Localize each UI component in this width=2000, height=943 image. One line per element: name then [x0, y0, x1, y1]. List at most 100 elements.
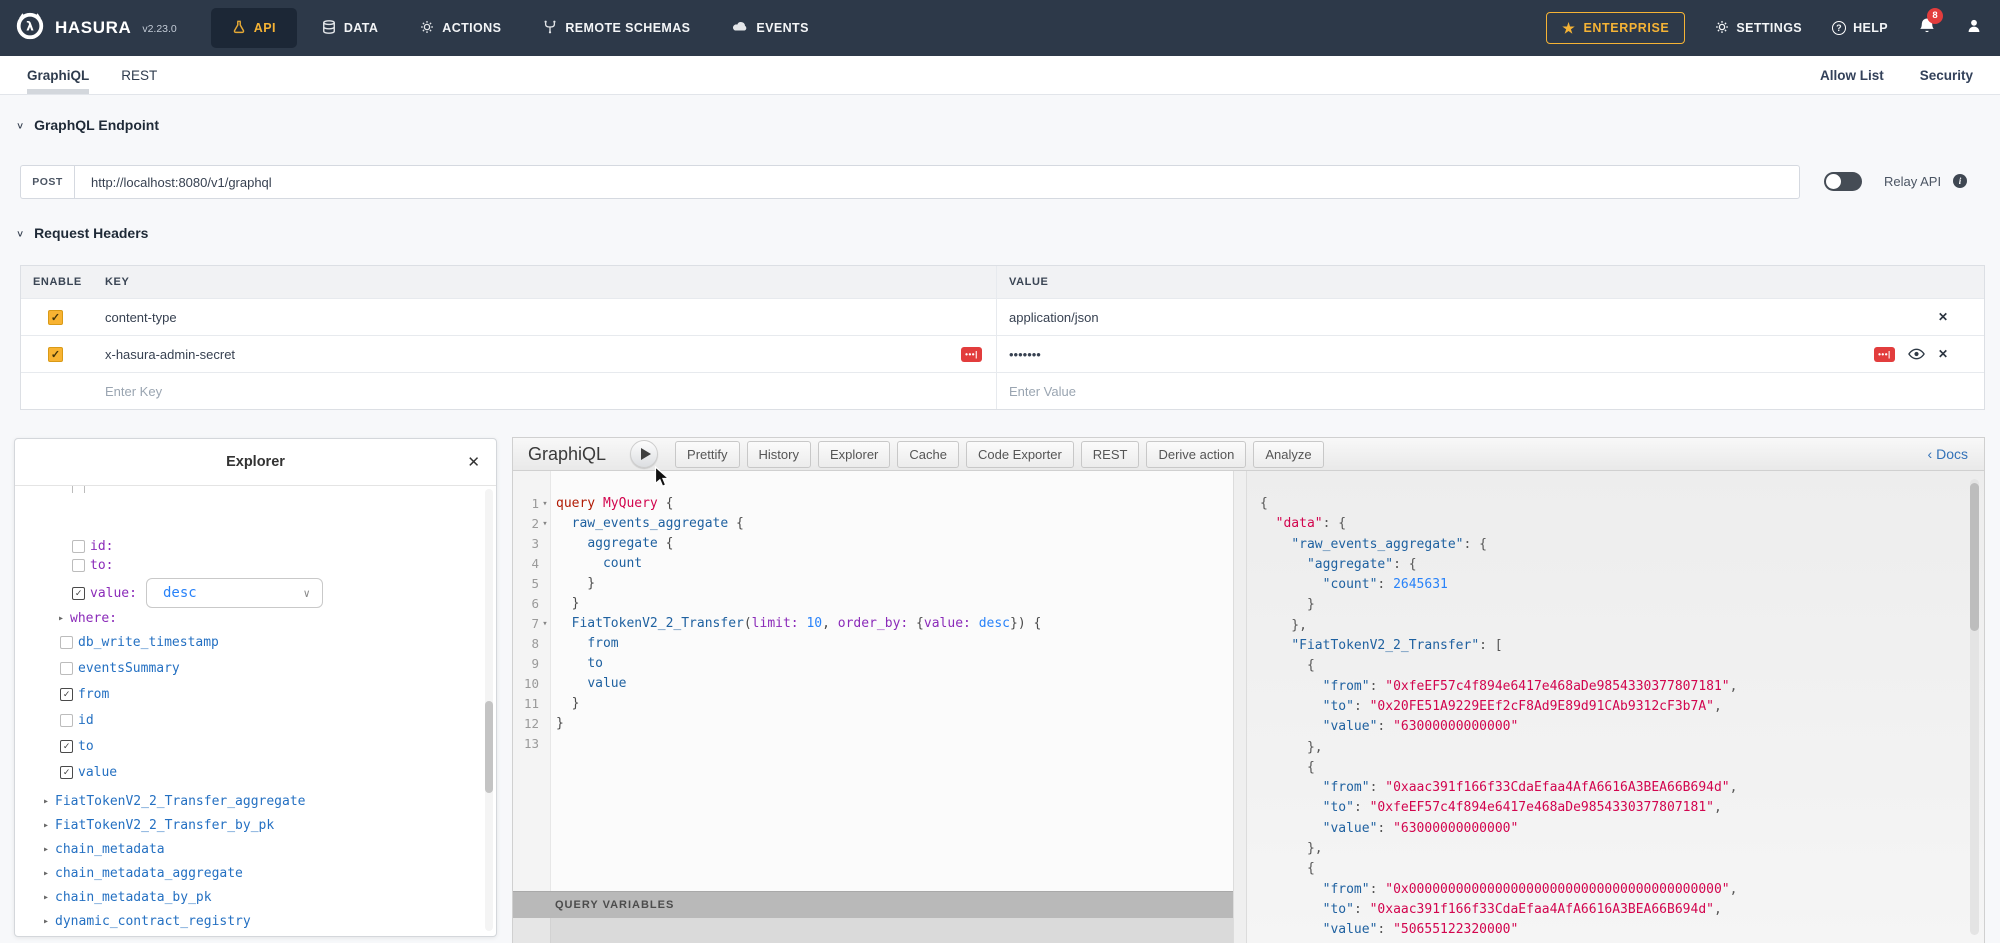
explorer-item-chain_metadata_aggregate[interactable]: ▸chain_metadata_aggregate	[43, 861, 243, 885]
explorer-item-where[interactable]: ▸where:	[58, 608, 117, 629]
graphiql-panel: GraphiQL PrettifyHistoryExplorerCacheCod…	[512, 437, 1985, 943]
value-input[interactable]: application/json	[1009, 310, 1099, 325]
field-checkbox[interactable]	[60, 662, 73, 675]
nav-item-actions[interactable]: ACTIONS	[399, 0, 522, 56]
pane-resize-handle[interactable]	[1233, 471, 1247, 943]
request-headers-section-header[interactable]: ∨ Request Headers	[16, 225, 148, 241]
key-input-placeholder[interactable]: Enter Key	[105, 384, 162, 399]
chevron-left-icon: ‹	[1928, 446, 1933, 462]
docs-toggle[interactable]: ‹ Docs	[1928, 446, 1968, 462]
explorer-item-id[interactable]: id:	[72, 537, 113, 556]
fold-arrow-icon[interactable]: ▾	[539, 494, 551, 514]
enable-checkbox[interactable]	[48, 310, 63, 325]
nav-item-api[interactable]: API	[211, 8, 297, 48]
eye-icon[interactable]	[1908, 348, 1925, 360]
toolbar-button-explorer[interactable]: Explorer	[818, 441, 890, 468]
arg-label: to:	[90, 558, 113, 573]
explorer-item-dynamic_contract_registry_aggregate[interactable]: ▸dynamic_contract_registry_aggregate	[43, 933, 329, 936]
arg-checkbox[interactable]	[72, 587, 85, 600]
toolbar-button-code-exporter[interactable]: Code Exporter	[966, 441, 1074, 468]
response-pane: { "data": { "raw_events_aggregate": { "a…	[1247, 471, 1984, 943]
explorer-item-chain_metadata[interactable]: ▸chain_metadata	[43, 837, 165, 861]
api-tabbar: GraphiQL REST Allow List Security	[0, 56, 2000, 95]
relay-api-toggle[interactable]	[1824, 172, 1862, 191]
query-variables-bar[interactable]: QUERY VARIABLES	[513, 891, 1233, 918]
enable-checkbox[interactable]	[48, 347, 63, 362]
line-number: 12	[513, 714, 539, 734]
nav-item-remote-schemas[interactable]: REMOTE SCHEMAS	[522, 0, 711, 56]
explorer-item-value[interactable]: value: desc∨	[72, 578, 323, 608]
remove-header-icon[interactable]: ✕	[1938, 310, 1948, 324]
field-checkbox[interactable]	[60, 714, 73, 727]
key-input[interactable]: x-hasura-admin-secret	[105, 347, 235, 362]
field-label: id	[78, 713, 94, 728]
info-icon[interactable]: i	[1953, 174, 1967, 188]
arg-label: value:	[90, 586, 137, 601]
explorer-item-to[interactable]: to:	[72, 556, 113, 575]
query-editor[interactable]: 1▾query MyQuery {2▾ raw_events_aggregate…	[513, 471, 1233, 943]
query-variables-editor[interactable]	[513, 918, 1233, 943]
arg-checkbox[interactable]	[72, 559, 85, 572]
collapsed-arrow-icon: ▸	[58, 613, 64, 624]
explorer-item-to[interactable]: to	[60, 733, 94, 759]
database-icon	[322, 20, 336, 37]
toolbar-button-rest[interactable]: REST	[1081, 441, 1140, 468]
toolbar-button-analyze[interactable]: Analyze	[1253, 441, 1323, 468]
mask-value-icon[interactable]: •••|	[1874, 347, 1895, 362]
mask-value-icon[interactable]: •••|	[961, 347, 982, 362]
explorer-item-dynamic_contract_registry[interactable]: ▸dynamic_contract_registry	[43, 909, 251, 933]
enterprise-button[interactable]: ★ ENTERPRISE	[1546, 12, 1685, 44]
value-input[interactable]: •••••••	[1009, 347, 1041, 362]
explorer-scrollbar-thumb[interactable]	[485, 701, 493, 793]
line-number: 10	[513, 674, 539, 694]
tab-rest[interactable]: REST	[121, 56, 157, 94]
tab-security[interactable]: Security	[1920, 56, 1973, 94]
explorer-item-value[interactable]: value	[60, 759, 117, 785]
nav-item-label: API	[254, 21, 276, 35]
explorer-item-id[interactable]: id	[60, 707, 94, 733]
field-checkbox[interactable]	[60, 766, 73, 779]
fold-arrow-icon[interactable]: ▾	[539, 514, 551, 534]
value-cell: Enter Value	[996, 373, 1984, 409]
help-button[interactable]: ? HELP	[1832, 21, 1888, 35]
graphql-endpoint-section-header[interactable]: ∨ GraphQL Endpoint	[16, 117, 159, 133]
hasura-logo[interactable]: λ HASURA v2.23.0	[14, 10, 177, 47]
toolbar-button-prettify[interactable]: Prettify	[675, 441, 739, 468]
fold-gutter	[539, 594, 551, 614]
response-line: "count": 2645631	[1260, 575, 1737, 595]
code-text: from	[551, 634, 619, 654]
explorer-item-from[interactable]: from	[60, 681, 109, 707]
explorer-item-eventsSummary[interactable]: eventsSummary	[60, 655, 180, 681]
line-number: 11	[513, 694, 539, 714]
remove-header-icon[interactable]: ✕	[1938, 347, 1948, 361]
nav-item-data[interactable]: DATA	[301, 0, 399, 56]
field-checkbox[interactable]	[72, 486, 85, 493]
explorer-item-db_write_timestamp[interactable]: db_write_timestamp	[60, 629, 219, 655]
arg-checkbox[interactable]	[72, 540, 85, 553]
notifications-button[interactable]: 8	[1918, 17, 1936, 40]
response-line: {	[1260, 656, 1737, 676]
response-scrollbar-thumb[interactable]	[1970, 483, 1979, 631]
fold-arrow-icon[interactable]: ▾	[539, 614, 551, 634]
explorer-item-chain_metadata_by_pk[interactable]: ▸chain_metadata_by_pk	[43, 885, 212, 909]
close-icon[interactable]: ✕	[467, 453, 480, 471]
toolbar-button-history[interactable]: History	[747, 441, 811, 468]
field-checkbox[interactable]	[60, 688, 73, 701]
key-input[interactable]: content-type	[105, 310, 177, 325]
field-checkbox[interactable]	[60, 740, 73, 753]
value-input-placeholder[interactable]: Enter Value	[1009, 384, 1076, 399]
toolbar-button-cache[interactable]: Cache	[897, 441, 959, 468]
execute-query-button[interactable]	[630, 440, 658, 468]
toolbar-button-derive-action[interactable]: Derive action	[1146, 441, 1246, 468]
nav-item-events[interactable]: EVENTS	[711, 0, 829, 56]
field-checkbox[interactable]	[60, 636, 73, 649]
user-menu-button[interactable]	[1966, 18, 1982, 39]
gears-icon	[420, 20, 434, 37]
tab-allow-list[interactable]: Allow List	[1820, 56, 1884, 94]
sort-direction-dropdown[interactable]: desc∨	[146, 578, 323, 608]
endpoint-url-input[interactable]: http://localhost:8080/v1/graphql	[74, 165, 1800, 199]
explorer-item-FiatTokenV2_2_Transfer_aggregate[interactable]: ▸FiatTokenV2_2_Transfer_aggregate	[43, 789, 305, 813]
tab-graphiql[interactable]: GraphiQL	[27, 56, 89, 94]
settings-button[interactable]: SETTINGS	[1715, 20, 1802, 37]
explorer-item-FiatTokenV2_2_Transfer_by_pk[interactable]: ▸FiatTokenV2_2_Transfer_by_pk	[43, 813, 274, 837]
